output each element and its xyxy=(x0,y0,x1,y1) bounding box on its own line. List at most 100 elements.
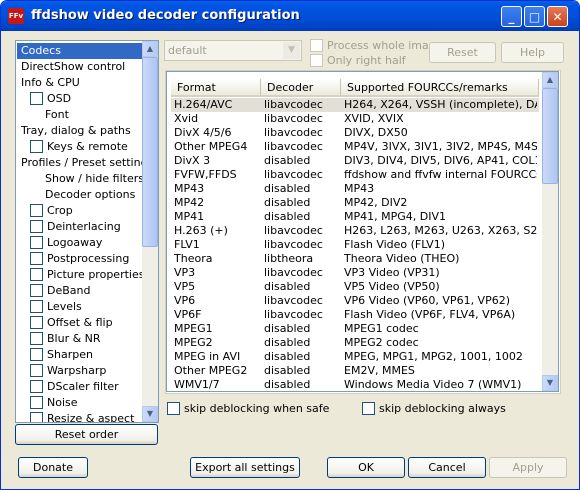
sidebar-item[interactable]: Offset & flip xyxy=(30,315,113,331)
codecs-scroll-thumb[interactable] xyxy=(542,88,558,184)
checkbox-box[interactable] xyxy=(30,395,43,409)
column-header-fourccs[interactable]: Supported FOURCCs/remarks xyxy=(341,79,539,97)
sidebar-item[interactable]: Resize & aspect xyxy=(30,411,134,422)
scroll-down-icon[interactable]: ▼ xyxy=(542,375,558,391)
checkbox-box[interactable] xyxy=(310,53,323,67)
checkbox-box[interactable] xyxy=(30,203,43,217)
reset-button[interactable]: Reset xyxy=(429,42,496,63)
chevron-down-icon[interactable]: ▼ xyxy=(283,42,300,59)
skip-deblocking-always-checkbox[interactable]: skip deblocking always xyxy=(362,401,506,416)
fourcc-cell: MP42, DIV2 xyxy=(344,196,408,209)
close-button[interactable]: ✕ xyxy=(547,6,568,27)
table-row[interactable]: H.263 (+) libavcodec H263, L263, M263, U26… xyxy=(171,224,539,238)
scroll-up-icon[interactable]: ▲ xyxy=(142,41,158,57)
table-row[interactable]: Other MPEG4 libavcodec MP4V, 3IVX, 3IV1, 3… xyxy=(171,140,539,154)
sidebar-item[interactable]: DScaler filter xyxy=(30,379,119,395)
table-row[interactable]: DivX 3 disabled DIV3, DIV4, DIV5, DIV6, AP… xyxy=(171,154,539,168)
sidebar-item[interactable]: Crop xyxy=(30,203,73,219)
checkbox-box[interactable] xyxy=(30,283,43,297)
sidebar-item[interactable]: Tray, dialog & paths xyxy=(21,123,131,139)
checkbox-box[interactable] xyxy=(310,38,323,52)
checkbox-box[interactable] xyxy=(30,299,43,313)
table-row[interactable]: MPEG in AVI disabled MPEG, MPG1, MPG2, 100… xyxy=(171,350,539,364)
checkbox-box[interactable] xyxy=(362,401,375,415)
table-row[interactable]: MP42 disabled MP42, DIV2 xyxy=(171,196,539,210)
skip-deblocking-safe-checkbox[interactable]: skip deblocking when safe xyxy=(167,401,329,416)
table-row[interactable]: DivX 4/5/6 libavcodec DIVX, DX50 xyxy=(171,126,539,140)
sidebar-item[interactable]: Noise xyxy=(30,395,78,411)
reset-order-button[interactable]: Reset order xyxy=(15,424,158,445)
scroll-up-icon[interactable]: ▲ xyxy=(542,72,558,88)
column-header-decoder[interactable]: Decoder xyxy=(261,79,341,97)
table-row[interactable]: H.264/AVC libavcodec H264, X264, VSSH (inc… xyxy=(171,98,539,112)
sidebar-item[interactable]: Postprocessing xyxy=(30,251,129,267)
only-right-half-checkbox[interactable]: Only right half xyxy=(310,53,406,68)
table-row[interactable]: MPEG1 disabled MPEG1 codec xyxy=(171,322,539,336)
checkbox-box[interactable] xyxy=(30,235,43,249)
tree-scroll-thumb[interactable] xyxy=(142,57,158,247)
checkbox-box[interactable] xyxy=(30,267,43,281)
format-cell: VP6F xyxy=(174,308,202,321)
checkbox-box[interactable] xyxy=(30,91,43,105)
sidebar-item[interactable]: Picture properties xyxy=(30,267,144,283)
checkbox-box[interactable] xyxy=(30,363,43,377)
checkbox-box[interactable] xyxy=(30,315,43,329)
column-header-format[interactable]: Format xyxy=(171,79,261,97)
export-all-settings-button[interactable]: Export all settings xyxy=(190,457,300,478)
preset-combo[interactable]: default ▼ xyxy=(164,40,302,61)
table-row[interactable]: Xvid libavcodec XVID, XVIX xyxy=(171,112,539,126)
table-row[interactable]: VP5 disabled VP5 Video (VP50) xyxy=(171,280,539,294)
table-row[interactable]: MP43 disabled MP43 xyxy=(171,182,539,196)
sidebar-item[interactable]: Decoder options xyxy=(45,187,135,203)
checkbox-box[interactable] xyxy=(30,379,43,393)
sidebar-item[interactable]: Show / hide filters xyxy=(45,171,144,187)
scroll-down-icon[interactable]: ▼ xyxy=(142,406,158,422)
sidebar-item[interactable]: Sharpen xyxy=(30,347,93,363)
sidebar-item[interactable]: Deinterlacing xyxy=(30,219,121,235)
sidebar-item[interactable]: DeBand xyxy=(30,283,90,299)
cancel-button[interactable]: Cancel xyxy=(408,457,486,478)
codecs-list[interactable]: Format Decoder Supported FOURCCs/remarks… xyxy=(166,71,559,392)
help-button[interactable]: Help xyxy=(501,42,564,63)
sidebar-item[interactable]: Blur & NR xyxy=(30,331,101,347)
sidebar-item[interactable]: Warpsharp xyxy=(30,363,106,379)
table-row[interactable]: WMV1/7 disabled Windows Media Video 7 (WMV… xyxy=(171,378,539,391)
sidebar-item[interactable]: DirectShow control xyxy=(21,59,125,75)
sidebar-item[interactable]: Profiles / Preset settings xyxy=(21,155,153,171)
table-row[interactable]: Theora libtheora Theora Video (THEO) xyxy=(171,252,539,266)
ok-button[interactable]: OK xyxy=(327,457,405,478)
table-row[interactable]: FVFW,FFDS libavcodec ffdshow and ffvfw int… xyxy=(171,168,539,182)
sidebar-item-label: Decoder options xyxy=(45,188,136,201)
minimize-button[interactable]: _ xyxy=(501,6,522,27)
table-row[interactable]: VP6 libavcodec VP6 Video (VP60, VP61, VP62… xyxy=(171,294,539,308)
sidebar-item[interactable]: Info & CPU xyxy=(21,75,80,91)
table-row[interactable]: FLV1 libavcodec Flash Video (FLV1) xyxy=(171,238,539,252)
checkbox-box[interactable] xyxy=(30,331,43,345)
fourcc-cell: Theora Video (THEO) xyxy=(344,252,460,265)
donate-button[interactable]: Donate xyxy=(18,457,88,478)
checkbox-box[interactable] xyxy=(30,251,43,265)
sidebar-item[interactable]: Codecs xyxy=(17,43,145,59)
table-row[interactable]: Other MPEG2 disabled EM2V, MMES xyxy=(171,364,539,378)
tree-scrollbar[interactable]: ▲ ▼ xyxy=(142,41,158,422)
checkbox-box[interactable] xyxy=(167,401,180,415)
process-whole-image-checkbox[interactable]: Process whole image xyxy=(310,38,443,53)
sidebar-item[interactable]: Font xyxy=(45,107,69,123)
title-bar[interactable]: FFv ffdshow video decoder configuration … xyxy=(1,1,579,31)
checkbox-box[interactable] xyxy=(30,139,43,153)
sidebar-item[interactable]: OSD xyxy=(30,91,71,107)
table-row[interactable]: MP41 disabled MP41, MPG4, DIV1 xyxy=(171,210,539,224)
sidebar-item[interactable]: Levels xyxy=(30,299,82,315)
maximize-button[interactable]: □ xyxy=(524,6,545,27)
checkbox-box[interactable] xyxy=(30,347,43,361)
apply-button[interactable]: Apply xyxy=(489,457,567,478)
table-row[interactable]: MPEG2 disabled MPEG2 codec xyxy=(171,336,539,350)
table-row[interactable]: VP6F libavcodec Flash Video (VP6F, FLV4, V… xyxy=(171,308,539,322)
sidebar-item[interactable]: Logoaway xyxy=(30,235,102,251)
checkbox-box[interactable] xyxy=(30,219,43,233)
checkbox-box[interactable] xyxy=(30,411,43,422)
table-row[interactable]: VP3 libavcodec VP3 Video (VP31) xyxy=(171,266,539,280)
codecs-scrollbar[interactable]: ▲ ▼ xyxy=(542,72,558,391)
sidebar-item[interactable]: Keys & remote xyxy=(30,139,128,155)
settings-tree[interactable]: Codecs DirectShow control Info & CPU OSD Fon… xyxy=(15,40,159,423)
